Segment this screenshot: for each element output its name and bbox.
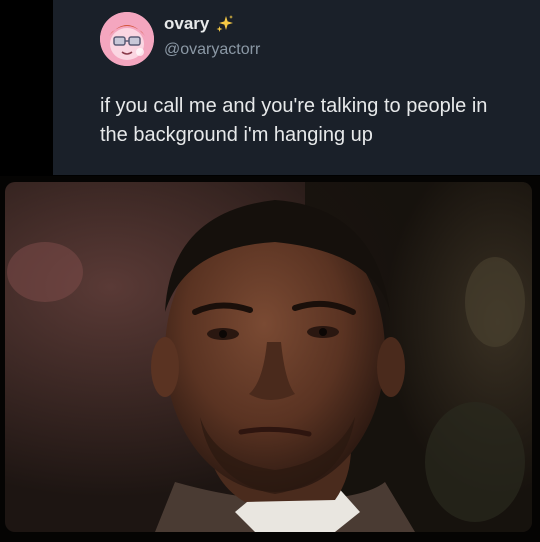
tweet-photo[interactable]	[5, 182, 532, 532]
avatar-icon	[100, 12, 154, 66]
sparkles-icon	[215, 14, 235, 34]
media-frame	[0, 176, 540, 542]
display-name[interactable]: ovary	[164, 14, 209, 34]
avatar[interactable]	[100, 12, 154, 66]
user-handle[interactable]: @ovaryactorr	[164, 40, 260, 60]
display-name-row[interactable]: ovary	[164, 14, 235, 34]
tweet-text: if you call me and you're talking to peo…	[100, 95, 488, 146]
